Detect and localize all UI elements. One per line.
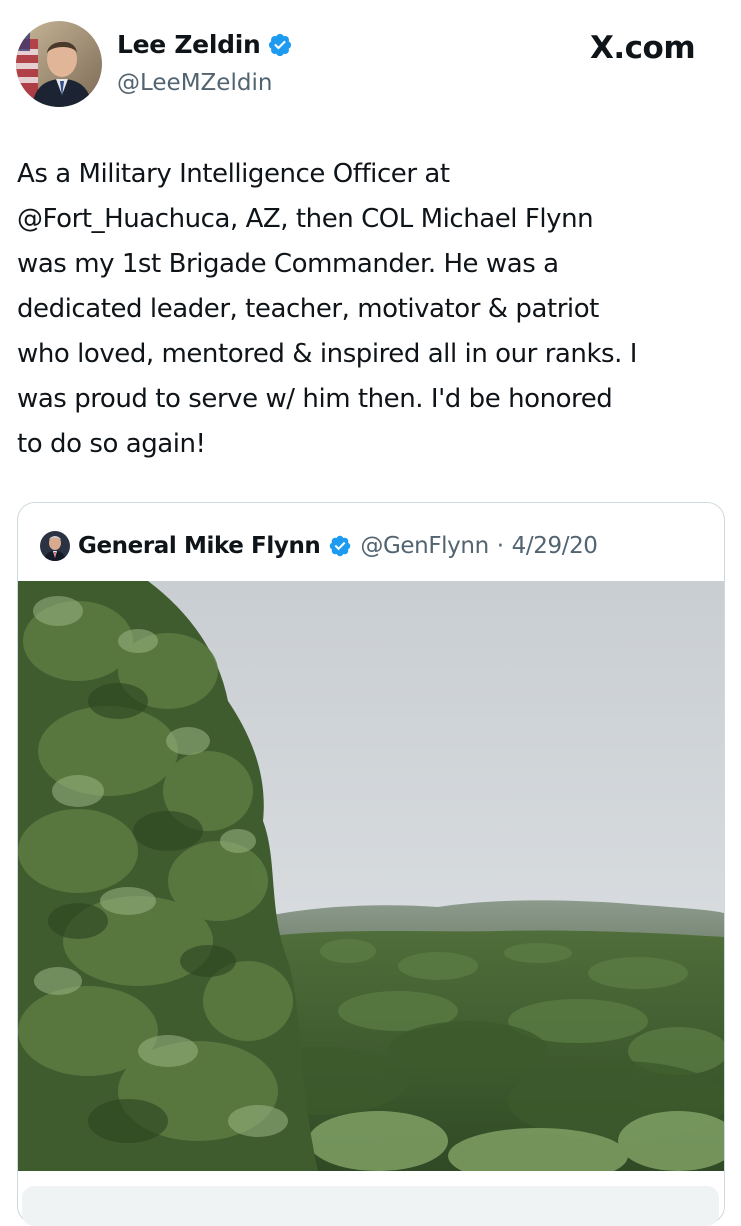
quoted-author-display-name[interactable]: General Mike Flynn (78, 533, 321, 559)
brand-text: X.com (590, 30, 696, 66)
author-display-name[interactable]: Lee Zeldin (117, 30, 261, 59)
verified-badge-icon (328, 534, 352, 558)
meta-separator: · (496, 533, 504, 559)
quoted-tweet-media[interactable] (18, 581, 724, 1171)
verified-badge-icon (267, 32, 293, 58)
quoted-tweet-card[interactable]: General Mike Flynn @GenFlynn · 4/29/20 (17, 502, 725, 1224)
quoted-author-handle[interactable]: @GenFlynn (360, 533, 489, 559)
quoted-tweet-date[interactable]: 4/29/20 (512, 533, 598, 559)
x-brand-logo: X.com (590, 30, 696, 66)
next-post-preview (22, 1186, 719, 1226)
tweet-body-text: As a Military Intelligence Officer at @F… (17, 159, 637, 459)
quoted-tweet-header: General Mike Flynn @GenFlynn · 4/29/20 (40, 531, 598, 561)
quoted-author-avatar[interactable] (40, 531, 70, 561)
author-name-row: Lee Zeldin (117, 30, 293, 59)
tweet-header: Lee Zeldin @LeeMZeldin X.com (0, 0, 741, 120)
author-handle[interactable]: @LeeMZeldin (117, 70, 272, 96)
author-avatar[interactable] (16, 21, 102, 107)
